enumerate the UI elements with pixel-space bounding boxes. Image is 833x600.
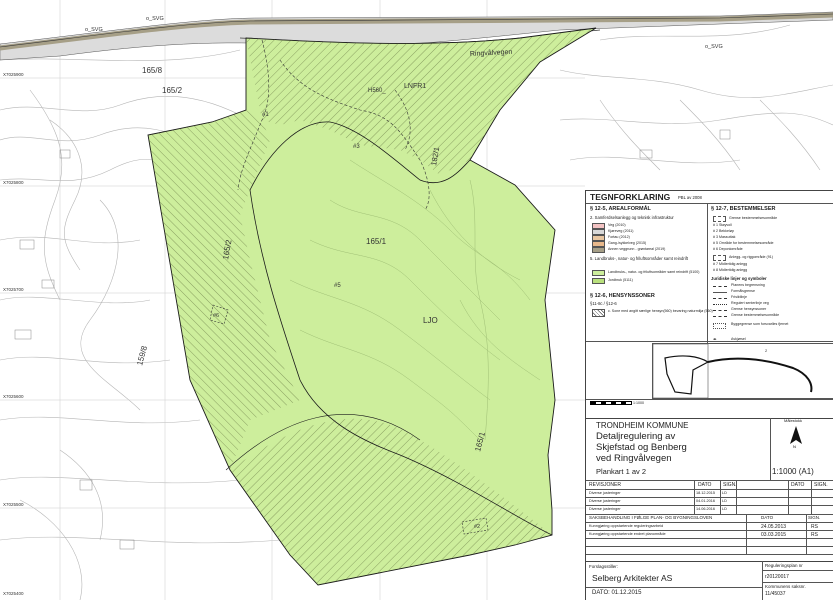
case-row: Kunngjøring oppstartende endret planområ… [589,532,818,538]
proposer-name: Selberg Arkitekter AS [592,573,673,583]
coord-label-1: X7025900 [3,72,24,77]
col-sign-2: SIGN. [814,482,828,488]
title-block: TRONDHEIM KOMMUNE Detaljregulering av Sk… [585,418,833,600]
revisions-heading: REVISJONER [589,482,621,488]
sheet-label: Plankart 1 av 2 [596,467,647,476]
legend-s2-item: Landbruks-, natur- og friluftsområder sa… [608,270,700,274]
legend-right-item: # 2 Bekkeløp [713,229,734,233]
legend-right-item: # 3 Massuttak [713,235,736,239]
parcel-label-2: 165/2 [162,86,183,95]
legend-right-item: # 1 Støyvoll [713,223,732,227]
swatch-hensynssone [592,309,605,317]
legend-s1-item: Annen veggrunn - grøntareal (2019) [608,247,666,251]
overview-inset: 2 [652,343,833,399]
legend-s1-sub: 2. Samferdselsanlegg og teknisk infrastr… [590,215,674,220]
legend-s3-item: c. Sone med angitt særlige hensyn(560) b… [608,309,713,313]
svg-text:2: 2 [765,348,768,353]
legend-line-item: Regulert senterlinje veg [731,301,769,305]
parcel-label-1: 165/8 [142,66,163,75]
scale-caption: Målestokk [784,418,803,423]
swatch-bestemmelsesomrade [713,216,726,222]
legend-line-item: Formålsgrense [731,289,755,293]
legend-right-item: # 8 Midlertidig anlegg [713,268,748,272]
legend-right-item: Grense bestemmelsesområde [729,216,778,220]
zone-label-ljo: LJO [423,316,438,325]
legend-right-item: Anlegg- og riggområde (91) [729,255,773,259]
swatch-jordbruk [592,278,605,284]
coord-label-2: X7025800 [3,180,24,185]
legend-right-item: # 6 Deponiområde [713,247,743,251]
legend-s1-item: Veg (2010) [608,223,626,227]
case-label: Kommunens saksnr. [765,584,806,589]
municipality: TRONDHEIM KOMMUNE [596,421,689,430]
legend-line-item: Frisiktlinje [731,295,747,299]
swatch-lnfr [592,270,605,276]
legend-line-item: Planens begrensning [731,283,765,287]
col-dato: DATO [698,482,712,488]
swatch-anlegg-rigg [713,255,726,261]
coord-label-4: X7025600 [3,394,24,399]
col-dato-2: DATO [791,482,805,488]
case-row: Kunngjøring oppstartende reguleringsarbe… [589,524,818,530]
marker-label-6: #6 [213,313,219,319]
planid-value: r20120017 [765,574,789,580]
legend-s1-heading: § 12-5, AREALFORMÅL [590,206,651,212]
legend-scale-bar: 1:1000 [590,401,644,406]
marker-label-5: #5 [334,283,341,289]
col-sign: SIGN. [723,482,737,488]
legend-s1-item: Kjøreveg (2011) [608,229,634,233]
plan-title-1: Detaljregulering av [596,431,676,442]
coord-label-5: X7025500 [3,502,24,507]
revision-row: Diverse justeringer 04.01.2016 LD [589,499,727,503]
legend-right-item: # 5 Område for bestemmelsesområde [713,241,774,245]
proposer-label: Forslagsstiller: [589,564,619,569]
marker-label-1: #1 [262,112,269,118]
swatch-byggegrense [713,323,726,329]
coord-label-6: X7025400 [3,591,24,596]
legend-line-item: Grense bestemmelsesområde [731,313,780,317]
scale-value: 1:1000 (A1) [772,467,814,476]
swatch-annen-veggrunn [592,247,605,253]
revision-row: Diverse justeringer 14.06.2016 LD [589,507,727,511]
legend-s1-item: Gang-/sykkelveg (2015) [608,241,647,245]
legend-s1-item: Fortau (2012) [608,235,630,239]
legend-s3-sub: §11-8c / §12-6 [590,301,617,306]
zone-label-h560: H560_ [368,88,386,94]
svg-text:N: N [793,444,796,448]
north-arrow-icon: N [786,424,806,453]
case-number: 11/45037 [765,591,786,597]
legend-line-item: Grense hensynssoner [731,307,767,311]
legend-subtitle: PBL av 2008 [678,195,702,200]
date-line: DATO: 01.12.2015 [592,590,642,596]
parcel-label-4: 165/1 [366,237,387,246]
marker-label-2: #2 [474,524,480,530]
legend-other-item: Byggegrense som forsvarlles fjernet [731,322,789,326]
parcel-label-6: 159/8 [135,344,149,366]
legend-title: TEGNFORKLARING [590,192,671,202]
legend-right-heading: § 12-7, BESTEMMELSER [711,206,776,212]
zone-label-lnfr: LNFR1 [404,83,426,90]
coord-label-3: X7025700 [3,287,24,292]
zone-lnfr [147,27,597,586]
planid-label: Reguleringsplan nr [765,563,803,568]
legend-s2-item: Jordbruk (5111) [608,278,633,282]
case-col-sign: SIGN. [808,515,821,520]
revision-row: Diverse justeringer 18.12.2015 LD [589,491,727,495]
plan-title-3: ved Ringvålvegen [596,453,672,464]
case-col-dato: DATO [761,515,774,520]
legend-right-item: # 7 Midlertidig anlegg [713,262,748,266]
legend-s3-heading: § 12-6, HENSYNSSONER [590,293,655,299]
case-heading: SAKSBEHANDLING I FØLGE PLAN- OG BYGNINGS… [589,515,713,520]
legend-s2-sub: 5. Landbruks-, natur- og friluftsområder… [590,256,688,261]
plan-title-2: Skjefstad og Benberg [596,442,687,453]
legend-lines-heading: Juridiske linjer og symboler [711,276,767,281]
marker-label-3: #3 [353,144,360,150]
